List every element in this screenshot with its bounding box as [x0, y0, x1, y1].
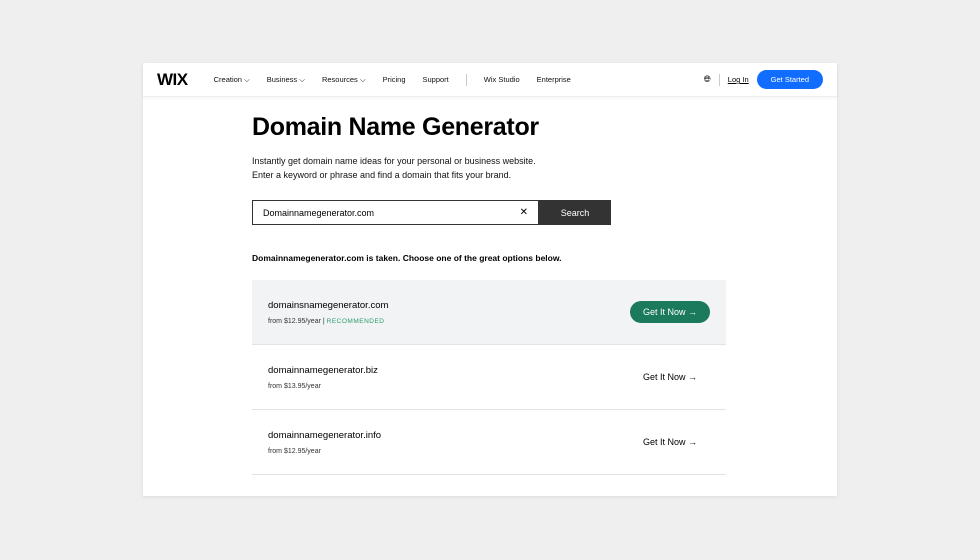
get-it-now-button[interactable]: Get It Now → [630, 431, 710, 453]
divider [465, 73, 467, 86]
nav-enterprise[interactable]: Enterprise [537, 75, 571, 84]
divider [718, 73, 720, 86]
nav-support[interactable]: Support [423, 75, 449, 84]
globe-icon[interactable]: 🌐︎ [704, 74, 711, 85]
results-list: domainsnamegenerator.com from $12.95/year… [252, 280, 726, 475]
search-value: Domainnamegenerator.com [263, 207, 375, 218]
top-nav: WIX Creation ⌵ Business ⌵ Resources ⌵ Pr… [143, 63, 837, 97]
price: from $12.95/year [268, 317, 321, 325]
recommended-badge: RECOMMENDED [326, 317, 385, 325]
nav-business[interactable]: Business ⌵ [267, 75, 305, 85]
list-item: domainnamegenerator.info from $12.95/year… [252, 410, 726, 475]
domain-name: domainnamegenerator.info [268, 429, 382, 441]
get-it-now-button[interactable]: Get It Now → [629, 301, 710, 323]
browser-window: WIX Creation ⌵ Business ⌵ Resources ⌵ Pr… [143, 63, 837, 496]
clear-icon[interactable]: ✕ [520, 207, 528, 218]
login-link[interactable]: Log In [728, 75, 749, 84]
subtitle-line-2: Enter a keyword or phrase and find a dom… [252, 170, 512, 180]
domain-name: domainsnamegenerator.com [268, 299, 389, 311]
list-item: domainnamegenerator.biz from $13.95/year G… [252, 345, 726, 410]
get-it-now-button[interactable]: Get It Now → [630, 366, 710, 388]
nav-resources[interactable]: Resources ⌵ [322, 75, 366, 85]
domain-name: domainnamegenerator.biz [268, 364, 378, 376]
price: from $13.95/year [268, 382, 321, 390]
subtitle-line-1: Instantly get domain name ideas for your… [252, 156, 536, 166]
nav-creation[interactable]: Creation ⌵ [214, 75, 250, 85]
search-button[interactable]: Search [539, 200, 611, 225]
page-title: Domain Name Generator [252, 113, 539, 141]
list-item: domainsnamegenerator.com from $12.95/year… [252, 280, 726, 345]
wix-logo[interactable]: WIX [157, 70, 188, 90]
nav-wix-studio[interactable]: Wix Studio [484, 75, 520, 84]
taken-message: Domainnamegenerator.com is taken. Choose… [252, 253, 562, 263]
nav-pricing[interactable]: Pricing [383, 75, 406, 84]
get-started-button[interactable]: Get Started [756, 70, 823, 89]
price: from $12.95/year [268, 447, 321, 455]
domain-search-input[interactable]: Domainnamegenerator.com ✕ [252, 200, 539, 225]
